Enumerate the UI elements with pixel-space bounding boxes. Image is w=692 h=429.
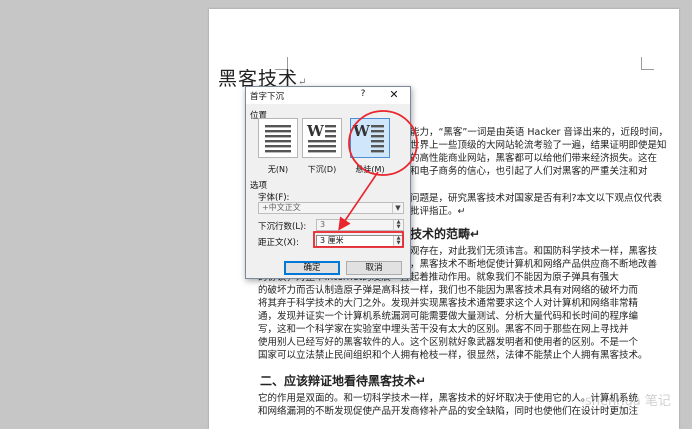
body-line[interactable]: 它的作用是双面的。和一切科学技术一样，黑客技术的好坏取决于使用它的人。计算机系统 (258, 393, 638, 405)
section-heading-1[interactable]: 技术的范畴↵ (410, 225, 480, 242)
body-line[interactable]: 使用别人已经写好的黑客软件的人。这个区别就好象武器发明者和使用者的区别。不是一个 (258, 337, 638, 349)
lines-to-drop-value: 3 (320, 220, 326, 229)
distance-from-text-value: 3 厘米 (320, 236, 344, 245)
options-section-label: 选项 (250, 181, 268, 191)
spinner-arrows-icon[interactable]: ▲ ▼ (393, 220, 403, 230)
body-line[interactable]: ，黑客技术不断地促使计算机和网络产品供应商不断地改善 (410, 259, 657, 271)
body-line[interactable]: 写，这和一个科学家在实验室中埋头苦干没有太大的区别。黑客不同于那些在网上寻找并 (258, 324, 629, 336)
font-select-value: +中文正文 (262, 203, 301, 212)
distance-from-text-input[interactable]: 3 厘米 ▲ ▼ (316, 235, 404, 247)
close-button[interactable]: ✕ (386, 88, 402, 101)
body-line[interactable]: 国家可以立法禁止民间组织和个人拥有枪枝一样，很显然，法律不能禁止个人拥有黑客技术… (258, 350, 648, 362)
section-heading-2[interactable]: 二、应该辩证地看待黑客技术↵ (260, 372, 426, 389)
drop-cap-dialog: 首字下沉 ? ✕ 位置 无(N) W 下沉(D) W 悬挂(M) 选项 字体(F… (245, 86, 411, 279)
distance-from-text-label: 距正文(X): (258, 238, 299, 248)
option-dropped-preview[interactable]: W (302, 118, 342, 158)
lines-to-drop-label: 下沉行数(L): (258, 222, 307, 232)
body-line[interactable]: 的高性能商业网站，黑客都可以给他们带来经济损失。这在 (410, 153, 657, 165)
watermark: shenhua 笔记 (585, 394, 671, 409)
option-none-preview[interactable] (258, 118, 298, 158)
body-line[interactable]: 问题是，研究黑客技术对国家是否有利?本文以下观点仅代表 (410, 193, 662, 205)
body-line[interactable]: 批评指正。↵ (410, 206, 465, 218)
body-line[interactable]: 观存在，对此我们无须讳言。和国防科学技术一样，黑客技 (410, 246, 657, 258)
ok-button[interactable]: 确定 (284, 261, 340, 275)
lines-icon (265, 125, 291, 153)
body-line[interactable]: 能力，“黑客”一词是由英语 Hacker 音译出来的，近段时间， (410, 127, 668, 139)
body-line[interactable]: 和电子商务的信心，也引起了人们对黑客的严重关注和对 (410, 166, 648, 178)
spinner-arrows-icon[interactable]: ▲ ▼ (393, 236, 403, 246)
dropped-lines-icon (308, 125, 336, 153)
dialog-title: 首字下沉 (250, 92, 285, 102)
position-option-in-margin[interactable]: W 悬挂(M) (350, 118, 394, 180)
lines-to-drop-input[interactable]: 3 ▲ ▼ (316, 219, 404, 231)
help-button[interactable]: ? (356, 89, 370, 99)
position-option-dropped[interactable]: W 下沉(D) (302, 118, 346, 180)
position-option-none[interactable]: 无(N) (258, 118, 302, 180)
body-line[interactable]: 世界上一些顶级的大网站轮流考验了一遍，结果证明即使是知 (410, 140, 667, 152)
body-line[interactable]: 通，发现并证实一个计算机系统漏洞可能需要做大量测试、分析大量代码和长时间的程序编 (258, 311, 638, 323)
chevron-down-icon[interactable]: ▼ (392, 203, 403, 213)
body-line[interactable]: 将其弃于科学技术的大门之外。发现并实现黑客技术通常要求这个人对计算机和网络非常精 (258, 298, 638, 310)
cancel-button[interactable]: 取消 (346, 261, 402, 275)
option-in-margin-label: 悬挂(M) (355, 165, 385, 174)
body-line[interactable]: 和网络漏洞的不断发现促使产品开发商修补产品的安全缺陷，同时也使他们在设计时更加注 (258, 406, 638, 418)
option-in-margin-preview[interactable]: W (350, 118, 390, 158)
margin-lines-icon (371, 125, 384, 153)
option-dropped-label: 下沉(D) (307, 165, 337, 174)
margin-corner-top-right (641, 57, 654, 70)
dialog-titlebar[interactable]: 首字下沉 ? ✕ (246, 87, 410, 104)
body-line[interactable]: 的破坏力而否认制造原子弹是高科技一样，我们也不能因为黑客技术具有对网络的破坏力而 (258, 285, 638, 297)
font-select[interactable]: +中文正文 ▼ (258, 202, 404, 214)
option-none-label: 无(N) (267, 165, 289, 174)
